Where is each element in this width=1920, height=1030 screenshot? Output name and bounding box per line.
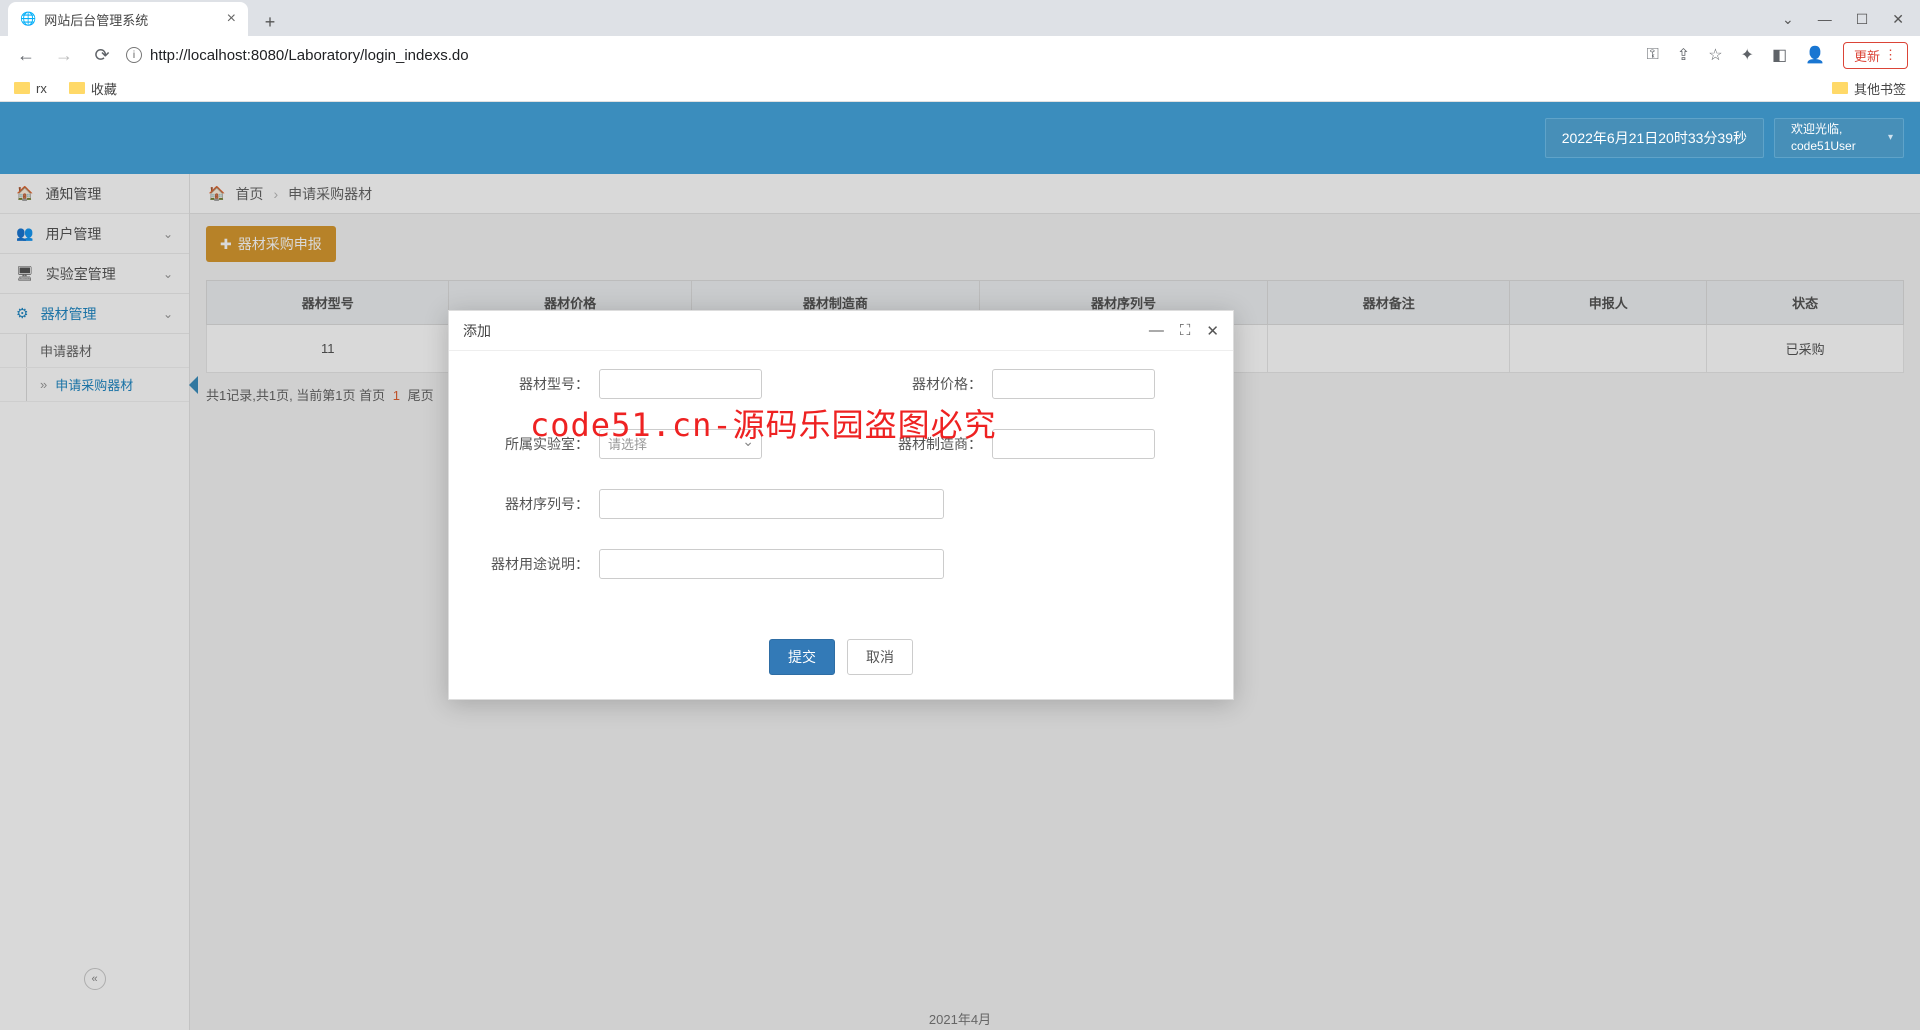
welcome-text: 欢迎光临, <box>1791 121 1887 138</box>
profile-icon[interactable]: 👤 <box>1805 45 1825 65</box>
datetime-display: 2022年6月21日20时33分39秒 <box>1545 118 1764 158</box>
footer-text: 2021年4月 <box>929 1009 991 1028</box>
close-window-icon[interactable]: ✕ <box>1892 11 1904 28</box>
cancel-button[interactable]: 取消 <box>847 639 913 675</box>
share-icon[interactable]: ⇪ <box>1677 45 1690 65</box>
minimize-modal-icon[interactable]: — <box>1149 322 1164 339</box>
browser-tab[interactable]: 🌐 网站后台管理系统 × <box>8 2 248 36</box>
modal-footer: 提交 取消 <box>449 619 1233 699</box>
maximize-icon[interactable]: ☐ <box>1856 11 1869 28</box>
input-model[interactable] <box>599 369 762 399</box>
browser-chrome: 🌐 网站后台管理系统 × + ⌄ — ☐ ✕ ← → ⟳ i http://lo… <box>0 0 1920 102</box>
forward-button[interactable]: → <box>50 41 78 69</box>
form-group-serial: 器材序列号： <box>479 489 944 519</box>
folder-icon <box>14 82 30 94</box>
chevron-down-icon[interactable]: ⌄ <box>1782 11 1794 28</box>
close-tab-icon[interactable]: × <box>227 10 236 28</box>
globe-icon: 🌐 <box>20 11 36 27</box>
addr-right: ⚿ ⇪ ☆ ✦ ◧ 👤 更新 ⋮ <box>1647 42 1908 69</box>
back-button[interactable]: ← <box>12 41 40 69</box>
add-modal: 添加 — ⛶ ✕ 器材型号： 器材价格： 所属实验室： 请选择 <box>448 310 1234 700</box>
form-group-manufacturer: 器材制造商： <box>872 429 1155 459</box>
input-usage[interactable] <box>599 549 944 579</box>
input-serial[interactable] <box>599 489 944 519</box>
key-icon[interactable]: ⚿ <box>1647 46 1659 64</box>
label-lab: 所属实验室： <box>479 434 599 454</box>
address-bar: ← → ⟳ i http://localhost:8080/Laboratory… <box>0 36 1920 74</box>
maximize-modal-icon[interactable]: ⛶ <box>1180 322 1191 339</box>
tab-bar: 🌐 网站后台管理系统 × + ⌄ — ☐ ✕ <box>0 0 1920 36</box>
bookmark-other[interactable]: 其他书签 <box>1832 79 1906 98</box>
select-lab[interactable]: 请选择 <box>599 429 762 459</box>
form-group-usage: 器材用途说明： <box>479 549 944 579</box>
folder-icon <box>69 82 85 94</box>
username-text: code51User <box>1791 138 1887 155</box>
input-manufacturer[interactable] <box>992 429 1155 459</box>
new-tab-button[interactable]: + <box>256 8 284 36</box>
user-menu[interactable]: 欢迎光临, code51User ▾ <box>1774 118 1904 158</box>
submit-button[interactable]: 提交 <box>769 639 835 675</box>
label-model: 器材型号： <box>479 374 599 394</box>
form-group-lab: 所属实验室： 请选择 <box>479 429 762 459</box>
bookmarks-bar: rx 收藏 其他书签 <box>0 74 1920 102</box>
bookmark-rx[interactable]: rx <box>14 81 47 96</box>
more-icon: ⋮ <box>1884 47 1897 63</box>
modal-header: 添加 — ⛶ ✕ <box>449 311 1233 351</box>
reload-button[interactable]: ⟳ <box>88 41 116 69</box>
label-serial: 器材序列号： <box>479 494 599 514</box>
label-price: 器材价格： <box>872 374 992 394</box>
app-header: 2022年6月21日20时33分39秒 欢迎光临, code51User ▾ <box>0 102 1920 174</box>
window-controls: ⌄ — ☐ ✕ <box>1782 2 1920 36</box>
minimize-icon[interactable]: — <box>1818 11 1832 27</box>
url-area[interactable]: i http://localhost:8080/Laboratory/login… <box>126 47 1637 64</box>
input-price[interactable] <box>992 369 1155 399</box>
label-manufacturer: 器材制造商： <box>872 434 992 454</box>
modal-title: 添加 <box>463 321 491 341</box>
url-text: http://localhost:8080/Laboratory/login_i… <box>150 47 469 64</box>
tab-title: 网站后台管理系统 <box>44 10 148 29</box>
form-group-price: 器材价格： <box>872 369 1155 399</box>
label-usage: 器材用途说明： <box>479 554 599 574</box>
sidepanel-icon[interactable]: ◧ <box>1772 45 1787 65</box>
close-modal-icon[interactable]: ✕ <box>1206 322 1219 340</box>
folder-icon <box>1832 82 1848 94</box>
caret-down-icon: ▾ <box>1888 131 1893 145</box>
extensions-icon[interactable]: ✦ <box>1741 45 1754 65</box>
form-group-model: 器材型号： <box>479 369 762 399</box>
info-icon[interactable]: i <box>126 47 142 63</box>
star-icon[interactable]: ☆ <box>1708 45 1722 65</box>
modal-body: 器材型号： 器材价格： 所属实验室： 请选择 器材制造商： <box>449 351 1233 619</box>
update-button[interactable]: 更新 ⋮ <box>1843 42 1908 69</box>
bookmark-favorites[interactable]: 收藏 <box>69 79 117 98</box>
